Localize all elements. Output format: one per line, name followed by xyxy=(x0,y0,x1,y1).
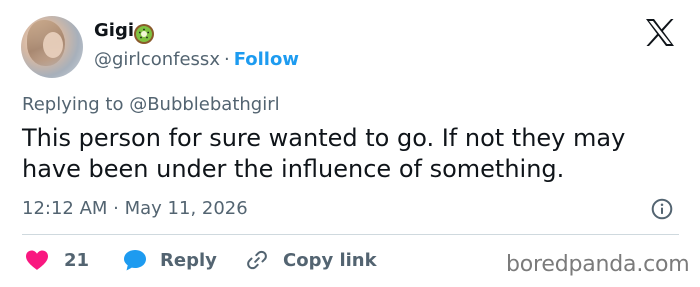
author-meta: @girlconfessx · Follow xyxy=(94,49,299,70)
link-icon[interactable] xyxy=(245,248,269,272)
watermark: boredpanda.com xyxy=(506,252,690,277)
x-logo-icon[interactable] xyxy=(644,18,676,47)
author-handle[interactable]: @girlconfessx xyxy=(94,49,220,70)
reply-button[interactable]: Reply xyxy=(160,250,217,271)
copy-link-button[interactable]: Copy link xyxy=(283,250,377,271)
follow-button[interactable]: Follow xyxy=(234,49,299,70)
display-name[interactable]: Gigi xyxy=(94,20,134,41)
separator-dot: · xyxy=(223,49,230,70)
divider xyxy=(22,234,679,235)
tweet-text: This person for sure wanted to go. If no… xyxy=(22,124,626,183)
info-icon[interactable] xyxy=(651,198,673,220)
kiwi-emoji-icon xyxy=(134,24,154,44)
speech-bubble-icon[interactable] xyxy=(122,248,148,272)
tweet-timestamp[interactable]: 12:12 AM · May 11, 2026 xyxy=(22,198,248,219)
like-count[interactable]: 21 xyxy=(64,250,89,271)
avatar[interactable] xyxy=(21,16,83,78)
heart-icon[interactable] xyxy=(24,248,50,272)
replying-to-text[interactable]: Replying to @Bubblebathgirl xyxy=(22,94,280,115)
